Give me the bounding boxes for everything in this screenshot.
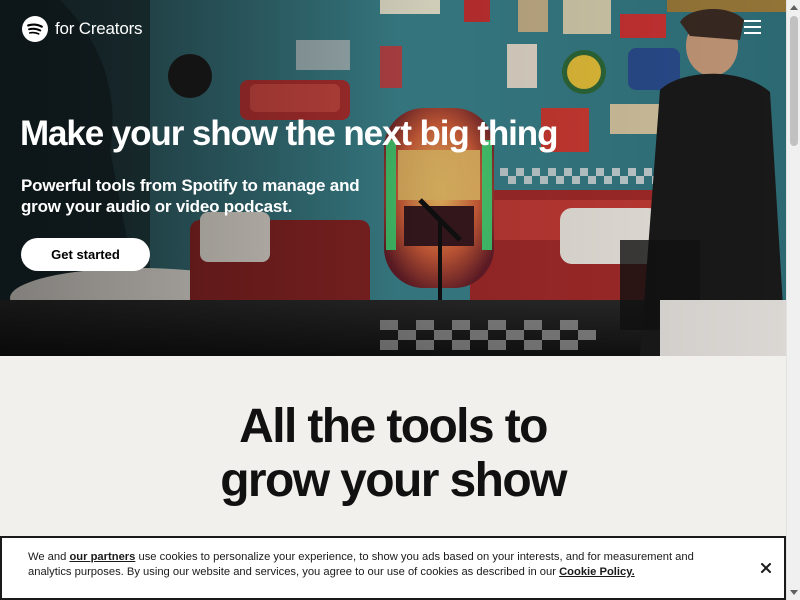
section-title: All the tools to grow your show — [0, 400, 786, 508]
hero-subtitle: Powerful tools from Spotify to manage an… — [21, 176, 360, 216]
cookie-text-start: We and — [28, 551, 70, 563]
brand-name: for Creators — [55, 19, 143, 38]
cookie-message: We and our partners use cookies to perso… — [28, 550, 708, 579]
cookie-policy-link[interactable]: Cookie Policy. — [559, 566, 635, 578]
top-nav: for Creators — [0, 0, 786, 56]
partners-link[interactable]: our partners — [69, 551, 135, 563]
page-scrollbar[interactable] — [786, 0, 800, 600]
hero-title: Make your show the next big thing — [20, 114, 558, 153]
section-title-line2: grow your show — [220, 454, 567, 507]
scroll-thumb[interactable] — [790, 16, 798, 146]
spotify-logo-icon — [22, 16, 48, 42]
hero-section: for Creators Make your show the next big… — [0, 0, 786, 356]
get-started-button[interactable]: Get started — [21, 238, 150, 271]
hamburger-menu-icon[interactable] — [744, 19, 764, 35]
scroll-down-arrow-icon[interactable] — [787, 586, 800, 600]
brand-logo-link[interactable]: for Creators — [22, 16, 143, 42]
close-icon[interactable] — [758, 560, 774, 576]
scroll-up-arrow-icon[interactable] — [787, 0, 800, 14]
section-title-line1: All the tools to — [239, 400, 548, 453]
page: for Creators Make your show the next big… — [0, 0, 786, 600]
cookie-banner: We and our partners use cookies to perso… — [0, 536, 786, 600]
